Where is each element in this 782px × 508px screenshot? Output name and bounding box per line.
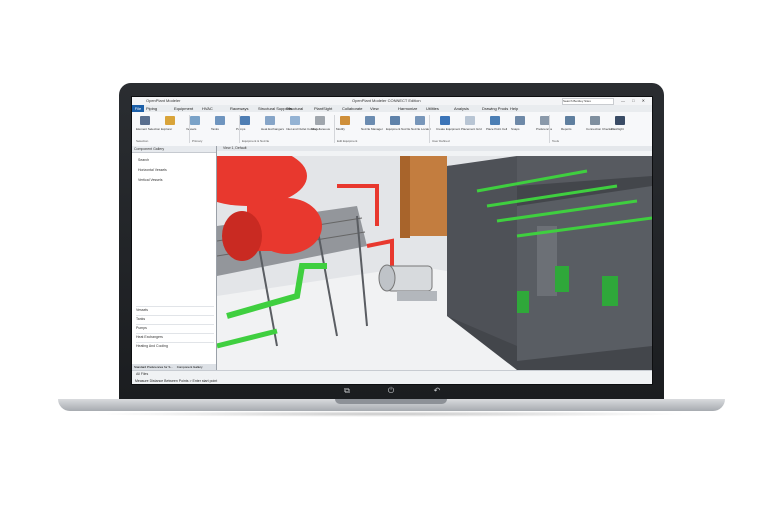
ribbon-explorer-button[interactable] [165, 116, 175, 125]
status-message: Measure Distance Between Points > Enter … [135, 379, 218, 383]
panel-category-heating-and-cooling[interactable]: Heating And Cooling [136, 342, 214, 350]
panel-search-label: Search [138, 158, 150, 162]
tab-file[interactable]: File [132, 105, 144, 112]
tab-structural[interactable]: Structural [286, 106, 303, 111]
app-name: OpenPlant Modeler [146, 98, 181, 103]
ribbon-reports-button[interactable] [565, 116, 575, 125]
windows-icon: ⧉ [344, 386, 350, 395]
ribbon-group-label: User Defined [432, 139, 450, 143]
ribbon-button-label: Tanks [211, 127, 219, 131]
ribbon-modify-button[interactable] [340, 116, 350, 125]
ribbon-button-label: Explorer [161, 127, 173, 131]
ribbon-flashlight-button[interactable] [615, 116, 625, 125]
ribbon-button-label: Nozzle Locator [411, 127, 432, 131]
tab-utilities[interactable]: Utilities [426, 106, 439, 111]
tab-piping[interactable]: Piping [146, 106, 157, 111]
ribbon-pumps-button[interactable] [240, 116, 250, 125]
tab-help[interactable]: Help [510, 106, 518, 111]
tab-plantsight[interactable]: PlantSight [314, 106, 332, 111]
panel-category-tanks[interactable]: Tanks [136, 315, 214, 323]
ribbon-button-label: Reports [561, 127, 572, 131]
tab-component-gallery[interactable]: Component Gallery [177, 365, 203, 369]
tab-raceways[interactable]: Raceways [230, 106, 248, 111]
view-toolbar[interactable] [217, 151, 652, 156]
laptop-shadow [90, 411, 690, 417]
window-controls[interactable]: — □ ✕ [621, 98, 648, 103]
status-bar: All Files Measure Distance Between Point… [132, 370, 652, 384]
panel-category-pumps[interactable]: Pumps [136, 324, 214, 332]
panel-category-vessels[interactable]: Vessels [136, 306, 214, 314]
ribbon-button-label: Element Selection [136, 127, 161, 131]
ribbon: Element Selection Explorer Vessels Tanks Pum… [132, 112, 652, 147]
tab-drawing-prods[interactable]: Drawing Prods [482, 106, 508, 111]
tab-equipment[interactable]: Equipment [174, 106, 193, 111]
ribbon-group-label: Primary [192, 139, 203, 143]
ribbon-inlet-and-outlet-cooling-button[interactable] [290, 116, 300, 125]
ribbon-connection-checker-button[interactable] [590, 116, 600, 125]
ribbon-vessels-button[interactable] [190, 116, 200, 125]
ribbon-miscellaneous-button[interactable] [315, 116, 325, 125]
ribbon-tabs: File Piping Equipment HVAC Raceways Structura… [132, 105, 652, 112]
ribbon-equipment-nozzle-button[interactable] [390, 116, 400, 125]
view-window[interactable]: View 1, Default [217, 146, 652, 370]
window-title: OpenPlant Modeler CONNECT Edition [352, 98, 421, 103]
ribbon-button-label: Place Point Cell [486, 127, 508, 131]
ribbon-element-selection-button[interactable] [140, 116, 150, 125]
ribbon-separator [549, 115, 550, 143]
ribbon-button-label: Miscellaneous [311, 127, 331, 131]
ribbon-button-label: Connection Checker [586, 127, 614, 131]
ribbon-button-label: Vessels [186, 127, 197, 131]
ribbon-button-label: Modify [336, 127, 345, 131]
ribbon-button-label: Equipment Nozzle [386, 127, 411, 131]
ribbon-snaps-button[interactable] [515, 116, 525, 125]
tab-harmonize[interactable]: Harmonize [398, 106, 417, 111]
status-files-dropdown[interactable]: All Files [136, 372, 148, 376]
ribbon-group-label: Tools [552, 139, 560, 143]
ribbon-button-label: Placement Grid [461, 127, 482, 131]
title-bar: OpenPlant Modeler OpenPlant Modeler CONN… [132, 97, 652, 105]
tab-view[interactable]: View [370, 106, 379, 111]
ribbon-separator [239, 115, 240, 143]
panel-item-horizontal-vessels[interactable]: Horizontal Vessels [138, 168, 167, 172]
ribbon-button-label: Flashlight [611, 127, 624, 131]
power-icon: ⏻ [387, 386, 395, 395]
ribbon-heat-exchangers-button[interactable] [265, 116, 275, 125]
ribbon-group-label: Selection [136, 139, 149, 143]
plant-3d-model [217, 146, 652, 370]
back-icon: ↶ [433, 386, 441, 395]
component-gallery-panel: Component Gallery Search Horizontal Vess… [132, 146, 217, 370]
ribbon-nozzle-manager-button[interactable] [365, 116, 375, 125]
screen: OpenPlant Modeler OpenPlant Modeler CONN… [131, 96, 653, 385]
ribbon-separator [429, 115, 430, 143]
ribbon-tanks-button[interactable] [215, 116, 225, 125]
ribbon-placement-grid-button[interactable] [465, 116, 475, 125]
tab-standard-preferences[interactable]: Standard Preferences for S... [134, 365, 173, 369]
ribbon-group-label: Edit Equipment [337, 139, 358, 143]
view-title: View 1, Default [223, 146, 247, 150]
laptop-base-notch [335, 399, 447, 404]
tab-collaborate[interactable]: Collaborate [342, 106, 362, 111]
ribbon-button-label: Pumps [236, 127, 246, 131]
panel-item-vertical-vessels[interactable]: Vertical Vessels [138, 178, 163, 182]
ribbon-create-equipment-button[interactable] [440, 116, 450, 125]
tab-analysis[interactable]: Analysis [454, 106, 469, 111]
laptop-bezel-bottom: ⧉ ⏻ ↶ [131, 384, 651, 398]
ribbon-button-label: Nozzle Manager [361, 127, 383, 131]
ribbon-place-point-cell-button[interactable] [490, 116, 500, 125]
panel-title: Component Gallery [132, 146, 216, 153]
tab-hvac[interactable]: HVAC [202, 106, 213, 111]
ribbon-separator [189, 115, 190, 143]
orange-tank [407, 156, 447, 236]
ribbon-button-label: Heat Exchangers [261, 127, 285, 131]
panel-category-heat-exchangers[interactable]: Heat Exchangers [136, 333, 214, 341]
ribbon-group-label: Equipment & Nozzle [242, 139, 270, 143]
ribbon-separator [334, 115, 335, 143]
ribbon-button-label: Create Equipment [436, 127, 461, 131]
ribbon-nozzle-locator-button[interactable] [415, 116, 425, 125]
ribbon-button-label: Snaps [511, 127, 520, 131]
search-input[interactable]: Search Bentley Sites [562, 98, 614, 105]
